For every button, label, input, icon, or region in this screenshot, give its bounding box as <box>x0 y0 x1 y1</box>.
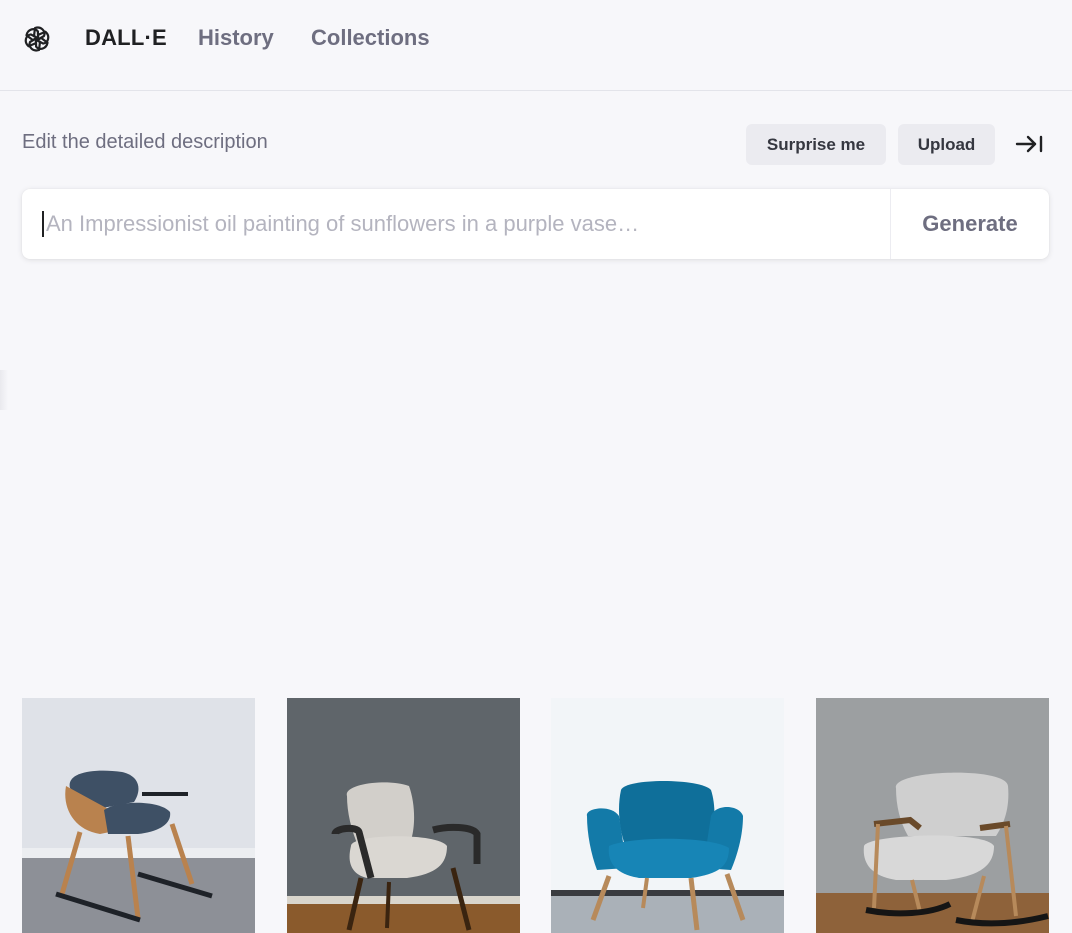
chair-photo-4 <box>816 698 1049 933</box>
chair-photo-1 <box>22 698 255 933</box>
gallery-image-1[interactable] <box>22 698 255 933</box>
chair-photo-2 <box>287 698 520 933</box>
gallery-image-2[interactable] <box>287 698 520 933</box>
prompt-box: Generate <box>22 189 1049 259</box>
upload-button[interactable]: Upload <box>898 124 995 165</box>
arrow-right-to-bar-icon[interactable] <box>1013 130 1045 158</box>
gallery-image-3[interactable] <box>551 698 784 933</box>
openai-logo-icon[interactable] <box>22 24 52 54</box>
generate-button[interactable]: Generate <box>891 189 1049 259</box>
prompt-input[interactable] <box>42 211 882 237</box>
dalle-page: DALL·E History Collections Edit the deta… <box>0 0 1072 933</box>
description-label: Edit the detailed description <box>22 131 268 153</box>
surprise-me-button[interactable]: Surprise me <box>746 124 886 165</box>
gallery-image-4[interactable] <box>816 698 1049 933</box>
edge-shadow <box>0 370 8 410</box>
top-nav-bar: DALL·E History Collections <box>0 0 1072 91</box>
nav-link-history[interactable]: History <box>198 25 274 51</box>
chair-photo-3 <box>551 698 784 933</box>
brand-title[interactable]: DALL·E <box>85 25 167 51</box>
nav-link-collections[interactable]: Collections <box>311 25 430 51</box>
